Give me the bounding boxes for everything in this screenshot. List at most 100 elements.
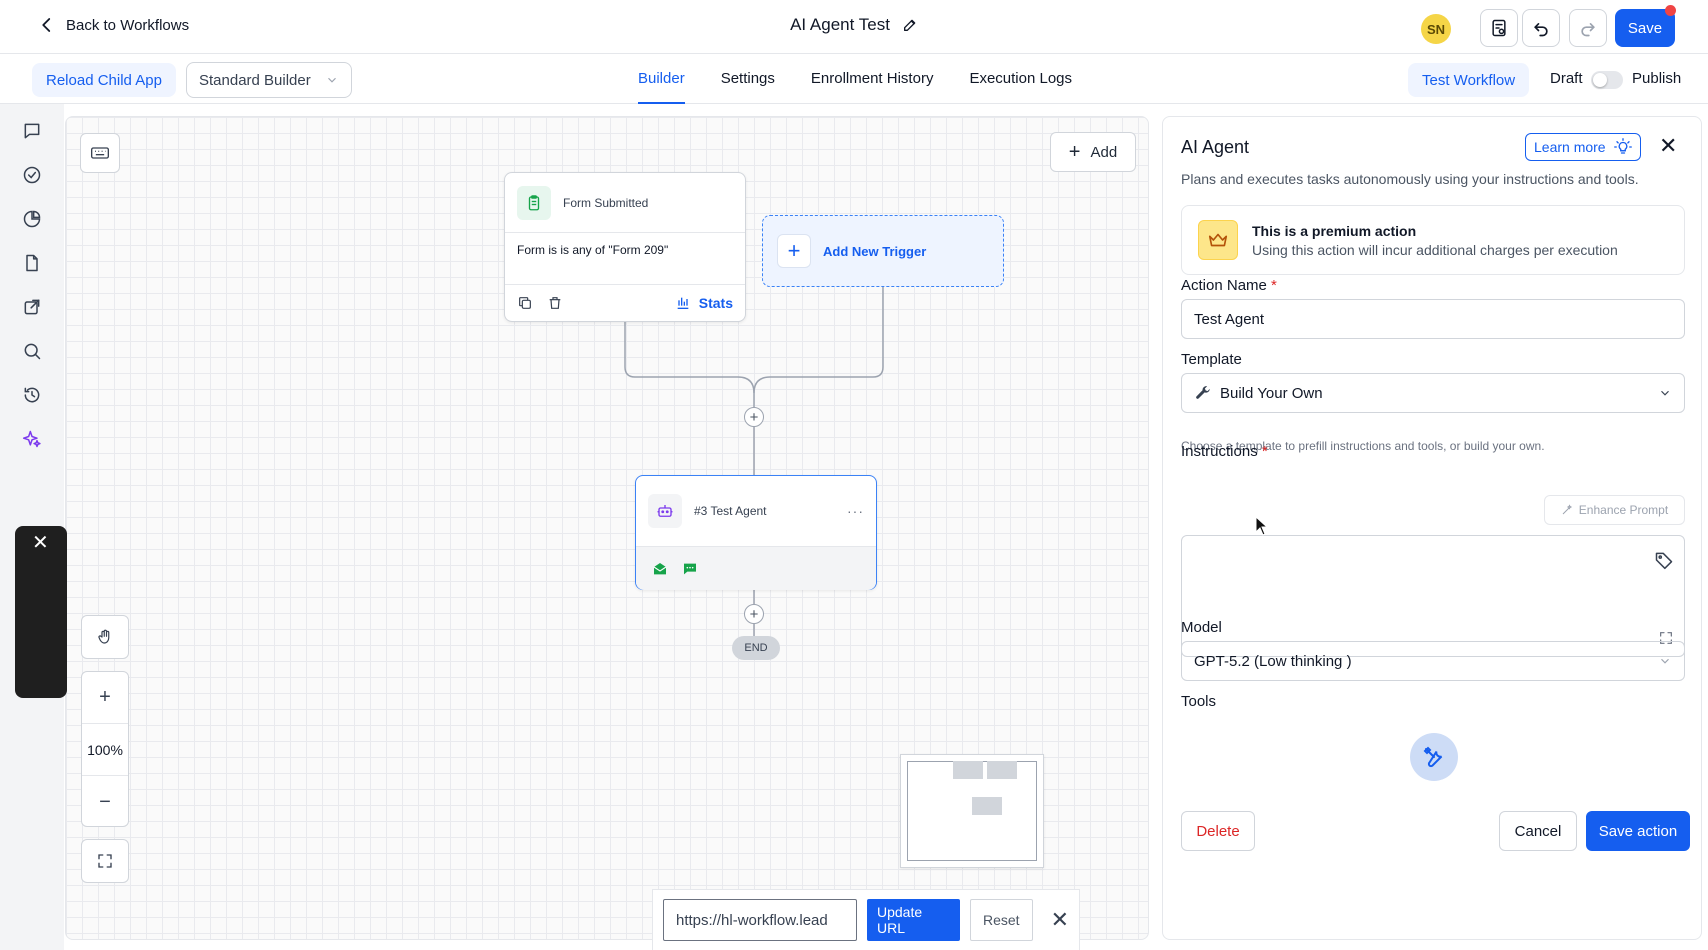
robot-icon (648, 494, 682, 528)
version-history-button[interactable] (1480, 9, 1518, 47)
action-node-test-agent[interactable]: #3 Test Agent ··· (635, 475, 877, 590)
cancel-button[interactable]: Cancel (1499, 811, 1577, 851)
add-new-trigger-node[interactable]: + Add New Trigger (762, 215, 1004, 287)
notification-dot (1665, 5, 1676, 16)
redo-icon (1581, 23, 1595, 37)
pie-chart-icon[interactable] (21, 208, 43, 230)
update-url-button[interactable]: Update URL (867, 899, 960, 941)
tab-enrollment-history[interactable]: Enrollment History (811, 54, 934, 104)
workflow-title: AI Agent Test (790, 15, 890, 34)
bar-chart-icon (677, 297, 689, 309)
panel-description: Plans and executes tasks autonomously us… (1181, 171, 1639, 187)
user-avatar[interactable]: SN (1421, 14, 1451, 44)
delete-button[interactable]: Delete (1181, 811, 1255, 851)
copy-icon[interactable] (517, 295, 533, 311)
ai-agent-panel: AI Agent Learn more ✕ Plans and executes… (1162, 116, 1702, 940)
file-icon[interactable] (21, 252, 43, 274)
trash-icon[interactable] (547, 295, 563, 311)
reload-child-app-button[interactable]: Reload Child App (32, 63, 176, 97)
test-workflow-button[interactable]: Test Workflow (1408, 63, 1530, 97)
chevron-down-icon (328, 77, 336, 83)
plus-icon: + (777, 234, 811, 268)
template-select[interactable]: Build Your Own (1181, 373, 1685, 413)
mouse-cursor-icon (1255, 516, 1269, 536)
publish-toggle[interactable] (1591, 71, 1623, 89)
url-input[interactable] (663, 899, 857, 941)
external-link-icon[interactable] (21, 296, 43, 318)
trigger-title: Form Submitted (563, 195, 649, 210)
pencil-icon[interactable] (902, 17, 918, 33)
builder-select-value: Standard Builder (199, 71, 311, 89)
learn-more-label: Learn more (1534, 139, 1606, 155)
template-value: Build Your Own (1220, 384, 1323, 402)
comment-icon[interactable] (21, 120, 43, 142)
close-panel-icon[interactable]: ✕ (1659, 133, 1677, 159)
action-name-label: Action Name * (1181, 277, 1277, 294)
agent-node-title: #3 Test Agent (694, 504, 767, 518)
action-name-input[interactable]: Test Agent (1181, 299, 1685, 339)
pan-tool-button[interactable] (81, 615, 129, 659)
magic-wand-icon (1562, 504, 1572, 515)
workflow-canvas[interactable]: + Add Form Submitted Form is is any of "… (65, 116, 1149, 940)
search-icon[interactable] (21, 340, 43, 362)
redo-button[interactable] (1569, 9, 1607, 47)
clipboard-icon (517, 185, 551, 220)
floating-helper-panel: ✕ (15, 526, 67, 698)
close-icon[interactable]: ✕ (32, 530, 49, 555)
check-circle-icon[interactable] (21, 164, 43, 186)
save-action-button[interactable]: Save action (1586, 811, 1690, 851)
instructions-textarea[interactable] (1181, 535, 1685, 657)
chevron-down-icon (1661, 658, 1669, 664)
tab-builder[interactable]: Builder (638, 54, 685, 104)
back-to-workflows-link[interactable]: Back to Workflows (38, 16, 189, 34)
tab-execution-logs[interactable]: Execution Logs (969, 54, 1072, 104)
end-node: END (732, 636, 780, 660)
undo-button[interactable] (1522, 9, 1560, 47)
model-value: GPT-5.2 (Low thinking ) (1194, 652, 1352, 670)
panel-title: AI Agent (1181, 137, 1250, 157)
chat-icon (684, 563, 696, 574)
learn-more-button[interactable]: Learn more (1525, 133, 1641, 161)
email-icon (653, 562, 667, 574)
top-header: Back to Workflows AI Agent Test SN Save (0, 0, 1708, 54)
trigger-node-form-submitted[interactable]: Form Submitted Form is is any of "Form 2… (504, 172, 746, 322)
tag-icon[interactable] (1654, 550, 1674, 570)
tools-icon[interactable] (1410, 733, 1458, 781)
premium-text: Using this action will incur additional … (1252, 241, 1618, 258)
tab-settings[interactable]: Settings (721, 54, 775, 104)
chevron-left-icon (42, 18, 51, 32)
sparkle-ai-icon[interactable] (21, 428, 43, 450)
chevron-down-icon (1661, 390, 1669, 396)
instructions-label: Instructions * (1181, 443, 1268, 460)
back-label: Back to Workflows (66, 16, 190, 34)
workflow-title-area: AI Agent Test (0, 15, 1708, 35)
add-new-trigger-label: Add New Trigger (823, 243, 927, 259)
url-bar: Update URL Reset ✕ (652, 889, 1080, 950)
zoom-in-button[interactable]: + (82, 672, 128, 724)
minimap-node (953, 761, 983, 779)
lightbulb-icon (1613, 138, 1632, 154)
document-list-icon (1492, 19, 1506, 37)
history-icon[interactable] (21, 384, 43, 406)
draft-label: Draft (1550, 70, 1583, 87)
model-label: Model (1181, 619, 1222, 636)
main-tabs: Builder Settings Enrollment History Exec… (638, 54, 1072, 104)
reset-button[interactable]: Reset (969, 899, 1033, 941)
minimap[interactable] (900, 754, 1044, 868)
close-icon[interactable]: ✕ (1051, 907, 1069, 933)
more-options-icon[interactable]: ··· (847, 503, 864, 519)
stats-link[interactable]: Stats (675, 295, 733, 311)
add-step-button[interactable]: + (744, 604, 764, 624)
model-select[interactable]: GPT-5.2 (Low thinking ) (1181, 641, 1685, 681)
builder-select[interactable]: Standard Builder (186, 62, 352, 98)
add-step-button[interactable]: + (744, 407, 764, 427)
stats-label: Stats (698, 295, 733, 311)
minimap-node (972, 797, 1002, 815)
enhance-prompt-button[interactable]: Enhance Prompt (1544, 495, 1685, 525)
zoom-out-button[interactable]: − (82, 776, 128, 828)
fit-view-button[interactable] (81, 839, 129, 883)
action-name-value: Test Agent (1194, 310, 1265, 328)
zoom-controls: + 100% − (81, 671, 129, 827)
expand-icon (98, 854, 112, 868)
undo-icon (1534, 23, 1548, 37)
